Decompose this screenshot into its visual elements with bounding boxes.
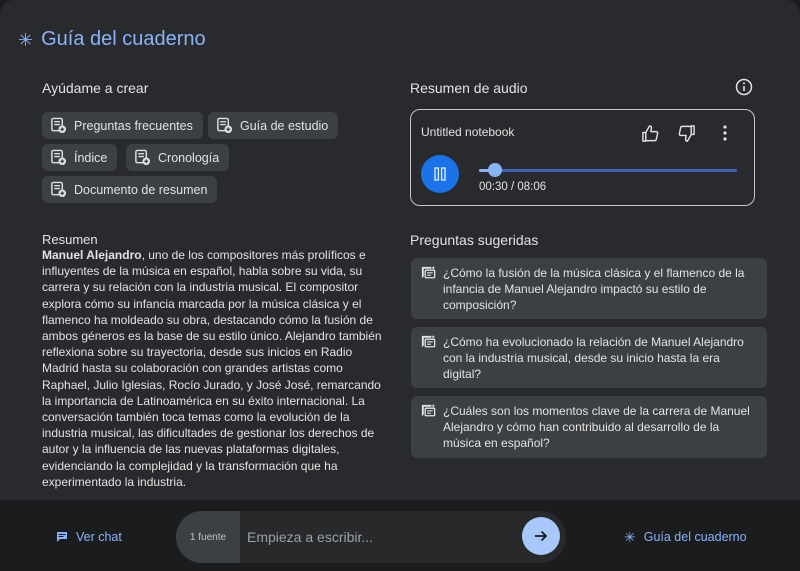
chat-spark-icon [421,265,436,279]
suggested-question[interactable]: ¿Cómo la fusión de la música clásica y e… [411,258,767,319]
summary-body: , uno de los compositores más prolíficos… [42,248,382,489]
timeline-chip[interactable]: Cronología [126,144,230,171]
bottom-bar: Ver chat 1 fuente Empieza a escribir... … [0,500,800,571]
audio-notebook-name: Untitled notebook [421,125,515,139]
chip-label: Índice [74,150,108,165]
view-chat-button[interactable]: Ver chat [56,530,122,544]
more-options-icon[interactable] [714,122,736,144]
faq-chip[interactable]: Preguntas frecuentes [42,112,203,139]
pause-icon [434,167,446,181]
chip-label: Preguntas frecuentes [74,118,193,133]
chip-label: Cronología [158,150,220,165]
source-count-badge[interactable]: 1 fuente [176,511,240,563]
add-note-icon [51,181,67,198]
notebook-guide-button[interactable]: ✳ Guía del cuaderno [624,530,747,544]
suggested-question[interactable]: ¿Cuáles son los momentos clave de la car… [411,396,767,458]
audio-player-card: Untitled notebook 00:30 / 08:06 [410,109,755,206]
question-text: ¿Cuáles son los momentos clave de la car… [443,404,750,451]
chat-input-placeholder[interactable]: Empieza a escribir... [247,529,373,545]
asterisk-icon: ✳ [624,529,636,545]
audio-progress-track[interactable] [479,163,737,177]
panel-title: Guía del cuaderno [41,28,206,50]
arrow-right-icon [535,530,548,542]
add-note-icon [51,149,67,166]
summary-doc-chip[interactable]: Documento de resumen [42,176,218,203]
suggested-question[interactable]: ¿Cómo ha evolucionado la relación de Man… [411,327,767,388]
notebook-guide-panel: ✳ Guía del cuaderno Ayúdame a crear Preg… [0,0,800,500]
chip-label: Guía de estudio [240,118,329,133]
notebook-guide-label: Guía del cuaderno [643,530,747,544]
add-note-icon [217,117,233,134]
chat-input-box[interactable]: 1 fuente Empieza a escribir... [176,511,566,563]
pause-button[interactable] [421,155,459,193]
add-note-icon [51,117,67,134]
audio-summary-title: Resumen de audio [410,80,528,96]
send-button[interactable] [522,517,560,555]
question-text: ¿Cómo ha evolucionado la relación de Man… [443,335,744,382]
chat-spark-icon [421,334,436,348]
summary-text: Manuel Alejandro, uno de los compositore… [42,247,387,490]
summary-title: Resumen [42,232,98,247]
summary-lead: Manuel Alejandro [42,248,142,262]
asterisk-icon: ✳ [18,29,34,50]
chat-icon [57,532,67,542]
audio-progress-handle[interactable] [487,163,502,177]
panel-header: ✳ Guía del cuaderno [18,28,206,51]
help-create-title: Ayúdame a crear [42,80,149,96]
thumbs-down-icon[interactable] [675,122,697,144]
chip-label: Documento de resumen [74,182,208,197]
thumbs-up-icon[interactable] [639,122,661,144]
chat-spark-icon [421,403,436,417]
study-guide-chip[interactable]: Guía de estudio [208,112,339,139]
info-icon[interactable] [735,78,753,96]
question-text: ¿Cómo la fusión de la música clásica y e… [443,266,745,313]
audio-time: 00:30 / 08:06 [479,181,547,193]
add-note-icon [135,149,151,166]
view-chat-label: Ver chat [76,530,122,544]
suggested-questions-title: Preguntas sugeridas [410,232,539,248]
index-chip[interactable]: Índice [42,144,118,171]
